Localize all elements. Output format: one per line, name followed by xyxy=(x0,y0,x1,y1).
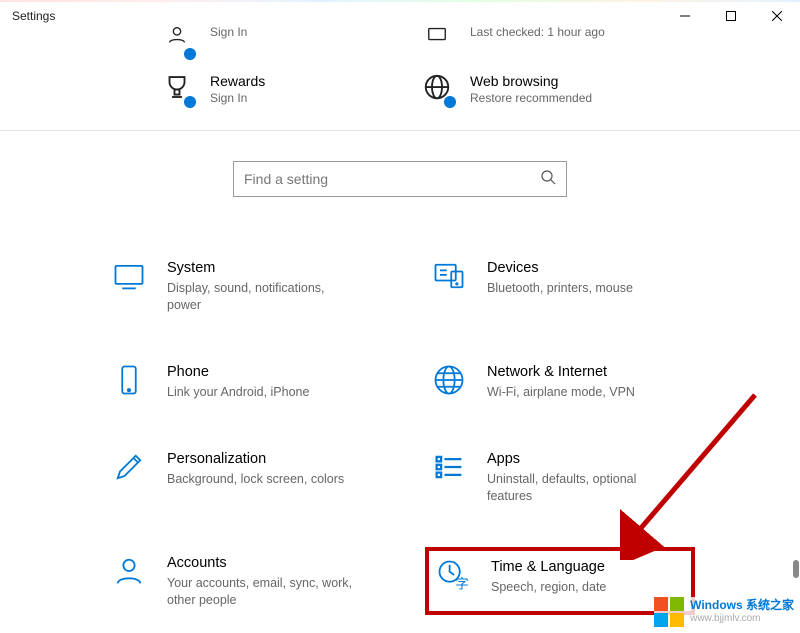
category-devices[interactable]: Devices Bluetooth, printers, mouse xyxy=(425,252,695,320)
search-box[interactable] xyxy=(233,161,567,197)
status-web-browsing[interactable]: Web browsing Restore recommended xyxy=(420,72,640,106)
accounts-icon xyxy=(111,553,147,589)
category-subtitle: Uninstall, defaults, optional features xyxy=(487,471,677,505)
category-subtitle: Wi-Fi, airplane mode, VPN xyxy=(487,384,635,401)
category-title: System xyxy=(167,258,357,278)
settings-categories: System Display, sound, notifications, po… xyxy=(0,252,800,615)
status-rewards[interactable]: Rewards Sign In xyxy=(160,72,380,106)
category-subtitle: Your accounts, email, sync, work, other … xyxy=(167,575,357,609)
status-web-title: Web browsing xyxy=(470,72,592,90)
status-update-subtitle: Last checked: 1 hour ago xyxy=(470,24,605,40)
account-status-icon xyxy=(160,24,194,58)
category-phone[interactable]: Phone Link your Android, iPhone xyxy=(105,356,375,407)
status-badge-icon xyxy=(184,48,196,60)
watermark-url: www.bjjmlv.com xyxy=(690,612,794,626)
watermark: Windows 系统之家 www.bjjmlv.com xyxy=(654,597,794,627)
category-subtitle: Link your Android, iPhone xyxy=(167,384,309,401)
category-title: Devices xyxy=(487,258,633,278)
window-controls xyxy=(662,0,800,32)
watermark-title: Windows 系统之家 xyxy=(690,598,794,612)
category-accounts[interactable]: Accounts Your accounts, email, sync, wor… xyxy=(105,547,375,615)
devices-icon xyxy=(431,258,467,294)
category-title: Phone xyxy=(167,362,309,382)
status-rewards-title: Rewards xyxy=(210,72,265,90)
network-icon xyxy=(431,362,467,398)
rewards-icon xyxy=(160,72,194,106)
status-badge-icon xyxy=(184,96,196,108)
status-rewards-subtitle: Sign In xyxy=(210,90,265,106)
personalization-icon xyxy=(111,449,147,485)
search-input[interactable] xyxy=(244,171,540,187)
svg-text:字: 字 xyxy=(455,577,469,592)
close-button[interactable] xyxy=(754,0,800,32)
windows-logo-icon xyxy=(654,597,684,627)
category-title: Time & Language xyxy=(491,557,606,577)
category-title: Apps xyxy=(487,449,677,469)
status-update[interactable]: Last checked: 1 hour ago xyxy=(420,24,640,58)
update-status-icon xyxy=(420,24,454,58)
status-badge-icon xyxy=(444,96,456,108)
category-title: Personalization xyxy=(167,449,344,469)
category-title: Accounts xyxy=(167,553,357,573)
category-title: Network & Internet xyxy=(487,362,635,382)
category-subtitle: Speech, region, date xyxy=(491,579,606,596)
time-language-icon: 字 xyxy=(435,557,471,593)
category-apps[interactable]: Apps Uninstall, defaults, optional featu… xyxy=(425,443,695,511)
search-icon xyxy=(540,169,556,190)
category-subtitle: Background, lock screen, colors xyxy=(167,471,344,488)
status-account-subtitle: Sign In xyxy=(210,24,247,40)
apps-icon xyxy=(431,449,467,485)
category-personalization[interactable]: Personalization Background, lock screen,… xyxy=(105,443,375,511)
minimize-button[interactable] xyxy=(662,0,708,32)
status-web-subtitle: Restore recommended xyxy=(470,90,592,106)
system-icon xyxy=(111,258,147,294)
category-subtitle: Bluetooth, printers, mouse xyxy=(487,280,633,297)
status-account[interactable]: Sign In xyxy=(160,24,380,58)
divider xyxy=(0,130,800,131)
window-title: Settings xyxy=(12,9,55,23)
globe-icon xyxy=(420,72,454,106)
category-subtitle: Display, sound, notifications, power xyxy=(167,280,357,314)
category-network[interactable]: Network & Internet Wi-Fi, airplane mode,… xyxy=(425,356,695,407)
phone-icon xyxy=(111,362,147,398)
scrollbar-thumb[interactable] xyxy=(793,560,799,578)
category-system[interactable]: System Display, sound, notifications, po… xyxy=(105,252,375,320)
maximize-button[interactable] xyxy=(708,0,754,32)
